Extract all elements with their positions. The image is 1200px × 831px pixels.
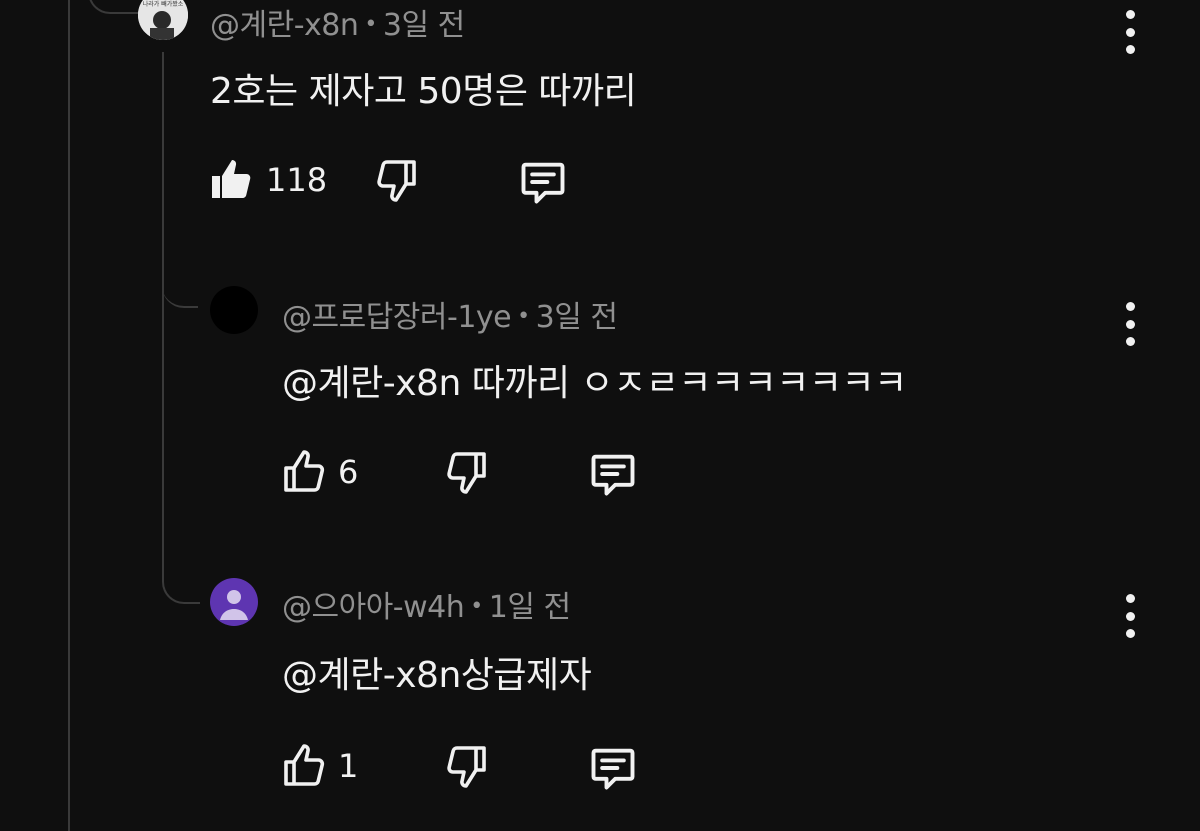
dislike-button[interactable] [442, 448, 490, 496]
comment-author[interactable]: @계란-x8n [210, 8, 359, 43]
comment-time[interactable]: 1일 전 [489, 590, 571, 625]
comment-text: 2호는 제자고 50명은 따까리 [210, 71, 637, 112]
dislike-button[interactable] [442, 742, 490, 790]
like-count: 1 [338, 747, 359, 785]
more-vert-icon[interactable] [1120, 10, 1140, 54]
comment-item: 나라가 빼가봤소 @계란-x8n • 3일 전 2호는 제자고 50명은 따까리 1… [0, 0, 1200, 240]
more-vert-icon[interactable] [1120, 302, 1140, 346]
thumbs-up-icon [284, 744, 325, 786]
default-avatar-icon [220, 590, 248, 620]
comment-time[interactable]: 3일 전 [383, 8, 465, 43]
comment-text: @계란-x8n 따까리 ㅇㅈㄹㅋㅋㅋㅋㅋㅋㅋ [282, 363, 907, 404]
thumbs-down-icon [447, 452, 486, 494]
like-button[interactable]: 118 [208, 156, 327, 204]
reply-button[interactable] [586, 448, 640, 500]
more-vert-icon[interactable] [1120, 594, 1140, 638]
comment-time[interactable]: 3일 전 [536, 300, 618, 335]
reply-icon [591, 454, 635, 496]
comment-author[interactable]: @으아아-w4h [282, 590, 465, 625]
meta-separator: • [364, 12, 377, 37]
comment-text: @계란-x8n상급제자 [282, 655, 592, 696]
like-count: 118 [266, 161, 328, 199]
reply-icon [521, 162, 565, 204]
meta-separator: • [517, 304, 530, 329]
reply-icon [591, 748, 635, 790]
reply-button[interactable] [516, 156, 570, 208]
avatar[interactable] [210, 578, 258, 626]
like-count: 6 [338, 453, 359, 491]
meta-separator: • [470, 594, 483, 619]
like-button[interactable]: 1 [280, 742, 358, 790]
comment-item: @으아아-w4h • 1일 전 @계란-x8n상급제자 1 [0, 576, 1200, 831]
avatar[interactable] [210, 286, 258, 334]
thumbs-up-icon [212, 160, 251, 198]
avatar[interactable]: 나라가 빼가봤소 [138, 0, 188, 40]
comment-item: @프로답장러-1ye • 3일 전 @계란-x8n 따까리 ㅇㅈㄹㅋㅋㅋㅋㅋㅋㅋ 6 [0, 282, 1200, 542]
thumbs-up-icon [284, 450, 325, 492]
reply-button[interactable] [586, 742, 640, 794]
thumbs-down-icon [447, 746, 486, 788]
dislike-button[interactable] [372, 156, 420, 204]
comment-meta: @프로답장러-1ye • 3일 전 [282, 292, 618, 336]
comment-meta: @으아아-w4h • 1일 전 [282, 582, 571, 626]
avatar-image-icon: 나라가 빼가봤소 [138, 0, 188, 40]
comment-meta: @계란-x8n • 3일 전 [210, 0, 465, 44]
comment-author[interactable]: @프로답장러-1ye [282, 300, 512, 335]
thumbs-down-icon [377, 160, 416, 202]
avatar-caption: 나라가 빼가봤소 [143, 0, 184, 8]
like-button[interactable]: 6 [280, 448, 358, 496]
